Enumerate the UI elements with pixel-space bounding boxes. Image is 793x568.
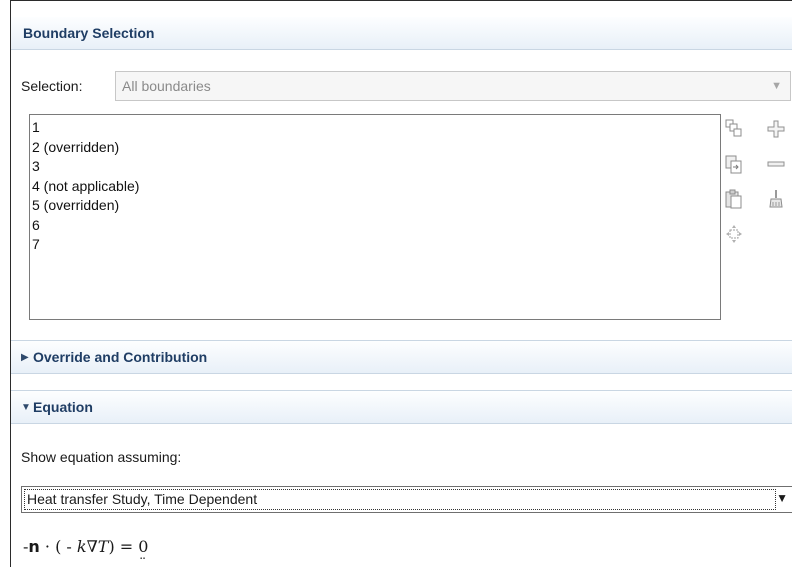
formula-nabla: ∇ [86,537,98,556]
equation-title: Equation [33,399,93,415]
study-value: Heat transfer Study, Time Dependent [24,489,776,510]
formula-k: k [76,537,87,556]
remove-icon[interactable] [767,154,785,174]
selection-value: All boundaries [122,78,211,94]
equation-formula: -n · ( - k∇T) = 0 [23,537,148,562]
add-icon[interactable] [767,119,785,139]
chevron-right-icon: ▶ [21,351,29,363]
study-combobox[interactable]: Heat transfer Study, Time Dependent ▼ [21,486,792,513]
boundary-list[interactable]: 1 2 (overridden) 3 4 (not applicable) 5 … [29,114,721,320]
formula-dot: · [39,537,56,556]
paste-selection-icon[interactable] [725,154,743,174]
equation-header[interactable]: ▼ Equation [11,390,792,424]
list-item[interactable]: 3 [32,157,718,177]
formula-T: T [97,537,109,556]
override-contribution-title: Override and Contribution [33,349,208,365]
list-item[interactable]: 2 (overridden) [32,138,718,158]
zoom-to-selection-icon[interactable] [725,224,743,244]
list-item[interactable]: 4 (not applicable) [32,177,718,197]
selection-row: Selection: [21,73,88,99]
normal-vector: n [28,537,40,556]
boundary-selection-title: Boundary Selection [23,25,155,41]
show-equation-label: Show equation assuming: [21,449,182,465]
clipboard-icon[interactable] [725,189,743,209]
chevron-down-icon: ▼ [771,80,782,92]
list-item[interactable]: 6 [32,216,718,236]
list-item[interactable]: 1 [32,118,718,138]
selection-combobox[interactable]: All boundaries ▼ [115,71,791,101]
formula-zero: 0 [138,537,148,562]
override-contribution-header[interactable]: ▶ Override and Contribution [11,340,792,374]
settings-panel: Boundary Selection Selection: All bounda… [10,0,792,567]
formula-paren-open: ( - [55,537,77,556]
chevron-down-icon: ▼ [776,491,788,505]
clear-selection-icon[interactable] [767,189,785,209]
list-item[interactable]: 5 (overridden) [32,196,718,216]
selection-label: Selection: [21,78,83,94]
boundary-selection-header[interactable]: Boundary Selection [11,17,792,50]
chevron-down-icon: ▼ [21,401,31,413]
copy-icon[interactable] [725,119,743,139]
list-item[interactable]: 7 [32,235,718,255]
formula-equals: = [114,537,139,556]
